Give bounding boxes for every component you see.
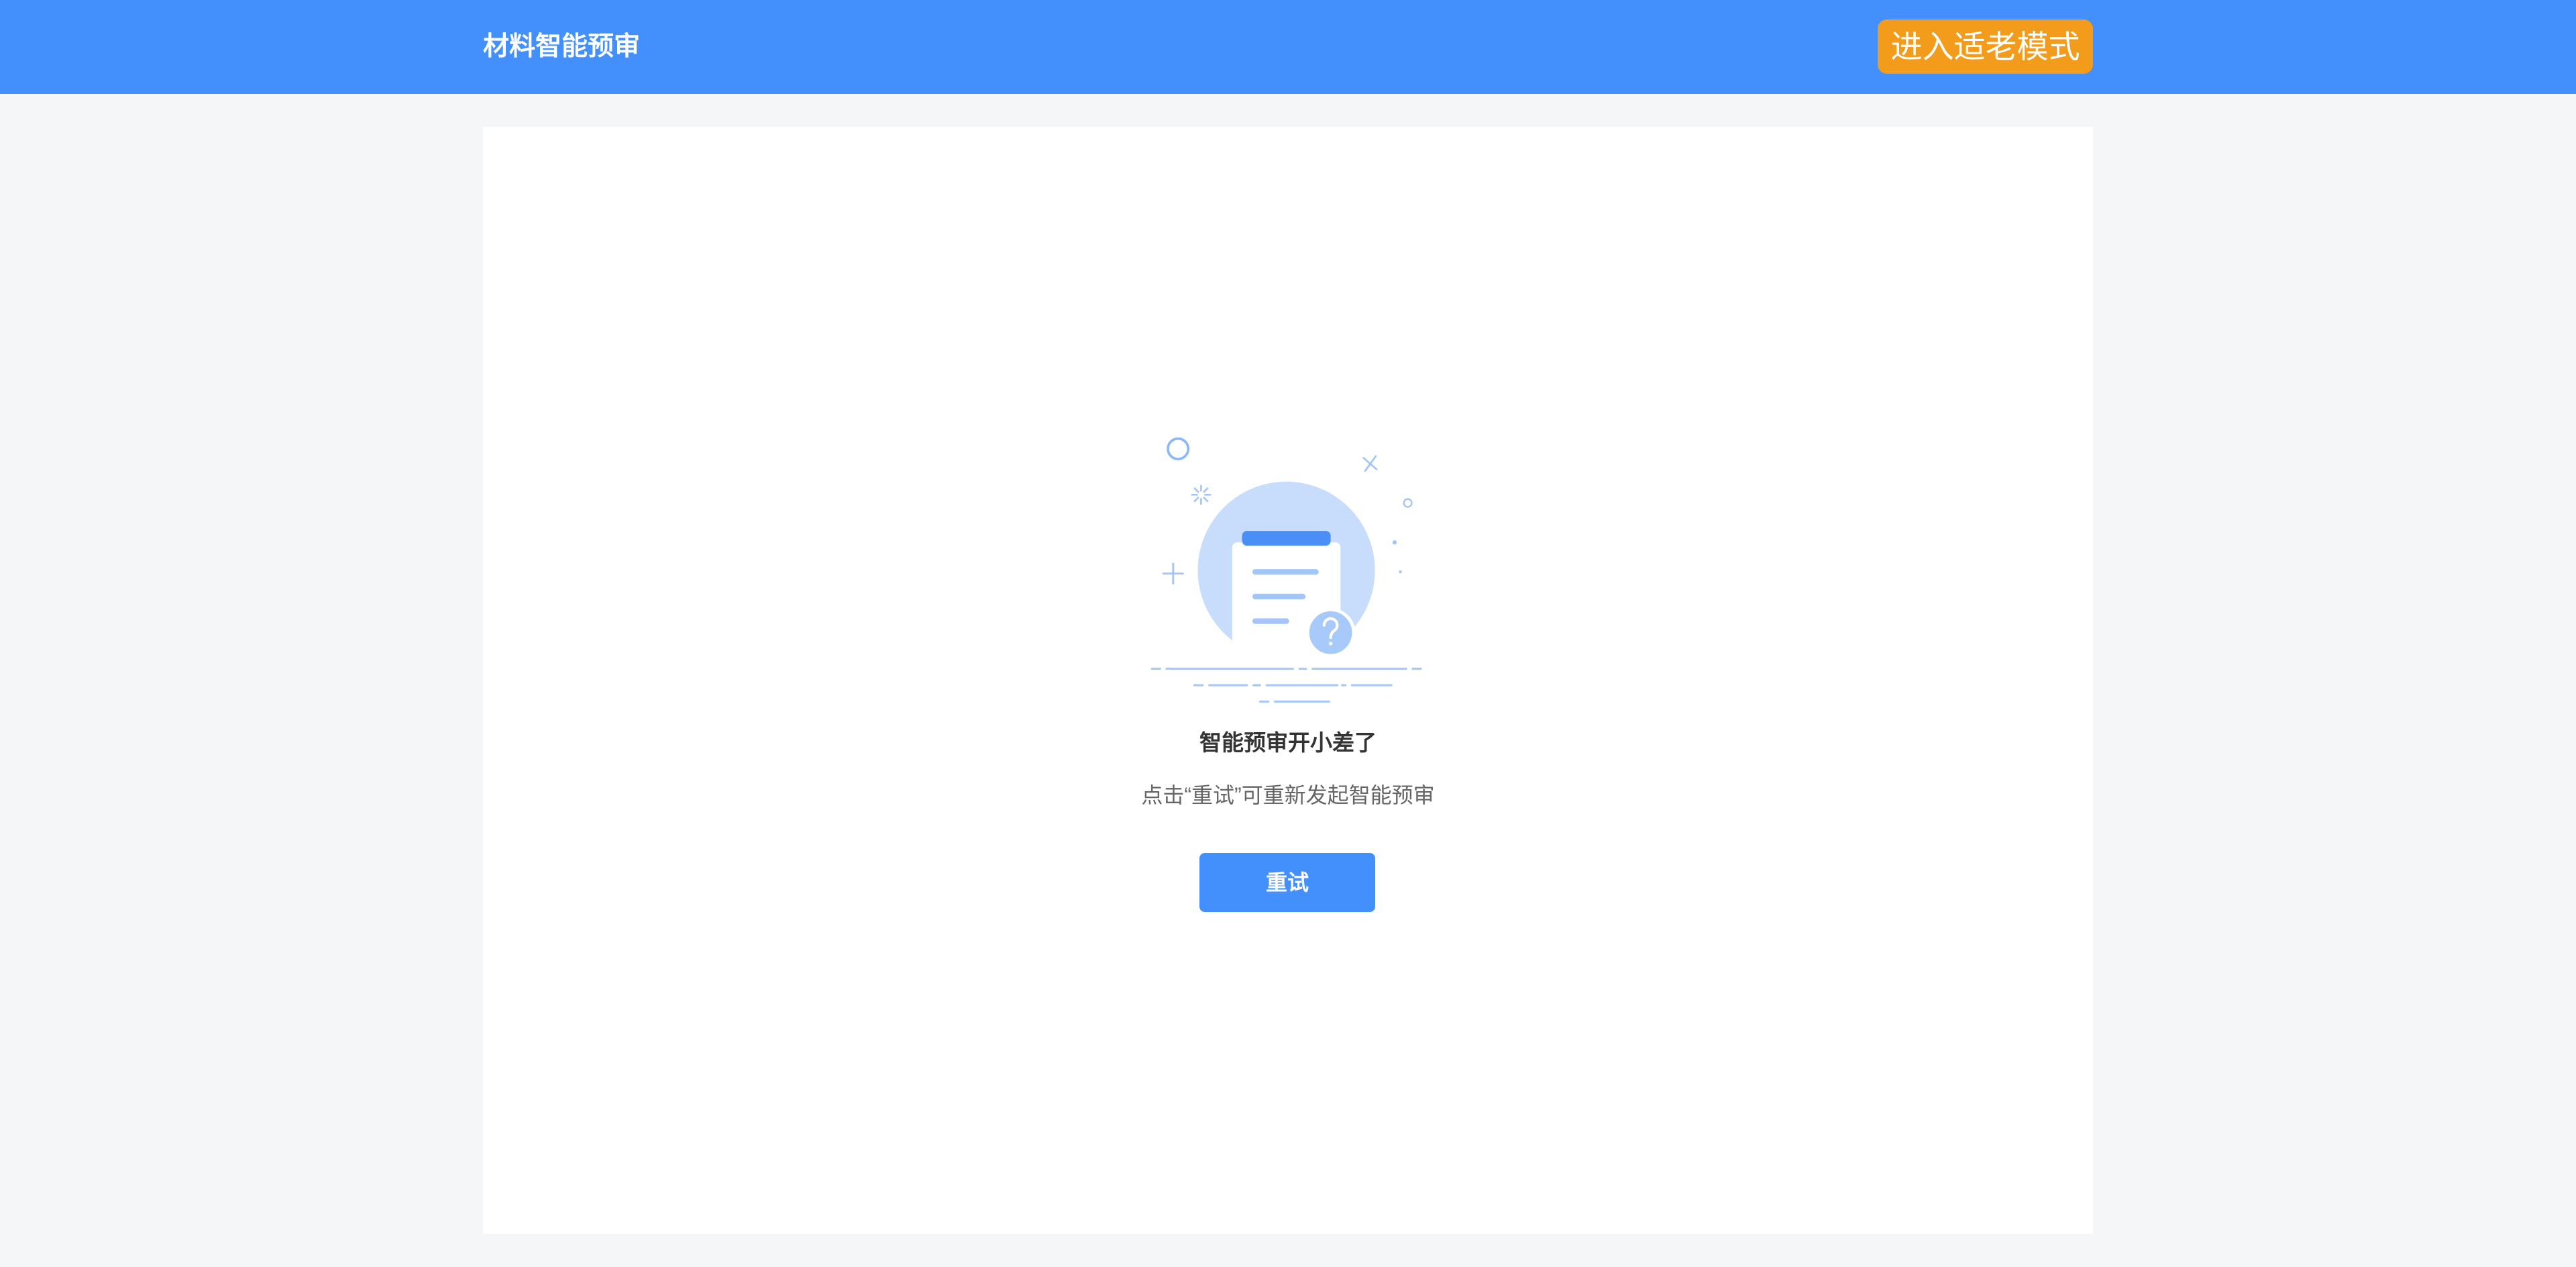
status-title: 智能预审开小差了 xyxy=(1199,730,1377,755)
decor-ring-icon xyxy=(1167,437,1190,460)
error-illustration-svg xyxy=(1150,437,1422,703)
document-header-bar xyxy=(1242,531,1331,546)
cross-decor-icon xyxy=(1362,455,1378,472)
small-ring-icon xyxy=(1403,498,1413,508)
app-title: 材料智能预审 xyxy=(483,32,641,61)
ground-dash-lines xyxy=(1150,667,1422,703)
elder-mode-button[interactable]: 进入适老模式 xyxy=(1878,19,2093,74)
document-question-icon xyxy=(1148,427,1428,715)
sparkle-icon xyxy=(1191,485,1212,505)
top-header-bar: 材料智能预审 进入适老模式 xyxy=(0,0,2576,94)
plus-decor-icon xyxy=(1162,562,1184,585)
content-card: 智能预审开小差了 点击“重试”可重新发起智能预审 重试 xyxy=(483,127,2093,1234)
status-description: 点击“重试”可重新发起智能预审 xyxy=(1141,783,1435,807)
retry-button[interactable]: 重试 xyxy=(1199,853,1375,912)
dot-icon xyxy=(1392,540,1397,545)
question-badge-icon xyxy=(1305,608,1356,658)
dot-icon xyxy=(1399,570,1402,574)
